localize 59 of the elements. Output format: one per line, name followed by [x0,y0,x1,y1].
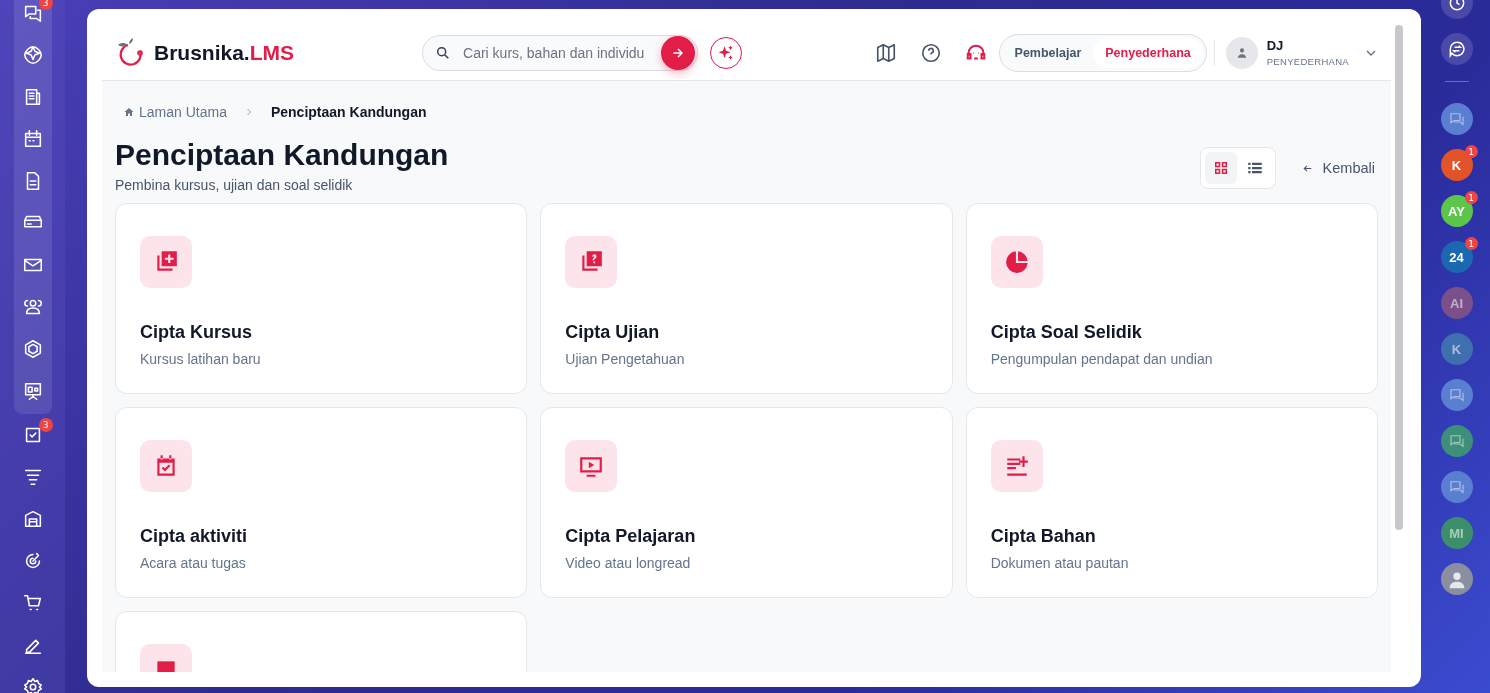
card-description: Pengumpulan pendapat dan undian [990,351,1214,367]
sparkle-icon[interactable] [21,44,44,66]
user-avatar-icon[interactable] [1225,36,1258,69]
card-description: Kursus latihan baru [140,351,262,367]
map-icon[interactable] [874,41,897,64]
page-subtitle: Pembina kursus, ujian dan soal selidik [115,177,354,193]
card-title: Cipta aktiviti [140,526,249,547]
add-list-icon [990,440,1043,492]
card-description: Dokumen atau pautan [990,555,1130,571]
chat-group-icon[interactable] [1440,379,1473,411]
person-silhouette-icon[interactable] [1440,563,1473,595]
count-badge: 1 [1464,145,1478,158]
settings-icon[interactable] [21,676,44,693]
search-field[interactable]: Cari kurs, bahan dan individu [422,34,699,71]
page-title: Penciptaan Kandungan [115,137,450,173]
role-tab[interactable]: Pembelajar [1002,37,1094,68]
back-link[interactable]: Kembali [1300,160,1375,176]
help-icon[interactable] [919,41,942,64]
card-title: Cipta Soal Selidik [990,322,1143,343]
scrollbar-thumb[interactable] [1395,25,1403,530]
grid-view-button[interactable] [1204,152,1237,184]
question-stack-icon [565,236,618,288]
role-tab[interactable]: Penyederhana [1093,37,1203,68]
user-initials: DJ [1266,38,1285,53]
card-title: Cipta Pelajaran [565,526,697,547]
create-card[interactable]: Cipta Ujian Ujian Pengetahuan [540,203,953,394]
sparkle-button[interactable] [710,36,743,69]
card-description: Video atau longread [565,555,692,571]
chat-group-icon[interactable] [1440,471,1473,503]
count-badge: 1 [1464,191,1478,204]
count-badge: 3 [38,418,53,432]
brand-name: Brusnika.LMS [154,40,295,65]
card-description: Acara atau tugas [140,555,247,571]
search-input[interactable]: Cari kurs, bahan dan individu [461,43,662,62]
chat-swap-icon[interactable] [1440,33,1473,65]
play-screen-icon [565,440,618,492]
home-icon [123,106,135,118]
card-title: Cipta Ujian [565,322,661,343]
user-role: PENYEDERHANA [1266,56,1349,67]
calendar-check-icon [140,440,192,492]
card-title: Cipta Kursus [140,322,254,343]
count-badge: 1 [1464,237,1478,250]
breadcrumb-link[interactable]: Laman Utama [139,104,227,120]
card-description: Ujian Pengetahuan [565,351,686,367]
sparkle-icon [717,43,736,62]
card-title: Cipta Bahan [990,526,1097,547]
create-card[interactable]: Cipta aktiviti Acara atau tugas [115,407,528,598]
chat-group-icon[interactable] [1440,103,1473,135]
breadcrumb-current: Penciptaan Kandungan [270,104,427,120]
create-card[interactable]: Cipta Pelajaran Video atau longread [540,407,953,598]
search-submit-button[interactable] [661,35,696,70]
count-badge: 3 [38,0,53,10]
add-stack-icon [140,236,192,288]
create-card[interactable]: Cipta Bahan Dokumen atau pautan [965,407,1378,598]
pie-chart-icon [990,236,1043,288]
create-card[interactable]: Cipta Kursus Kursus latihan baru [115,203,528,394]
chat-group-icon[interactable] [1440,425,1473,457]
search-icon [435,44,452,61]
create-card[interactable]: Cipta Soal Selidik Pengumpulan pendapat dan undian [965,203,1378,394]
